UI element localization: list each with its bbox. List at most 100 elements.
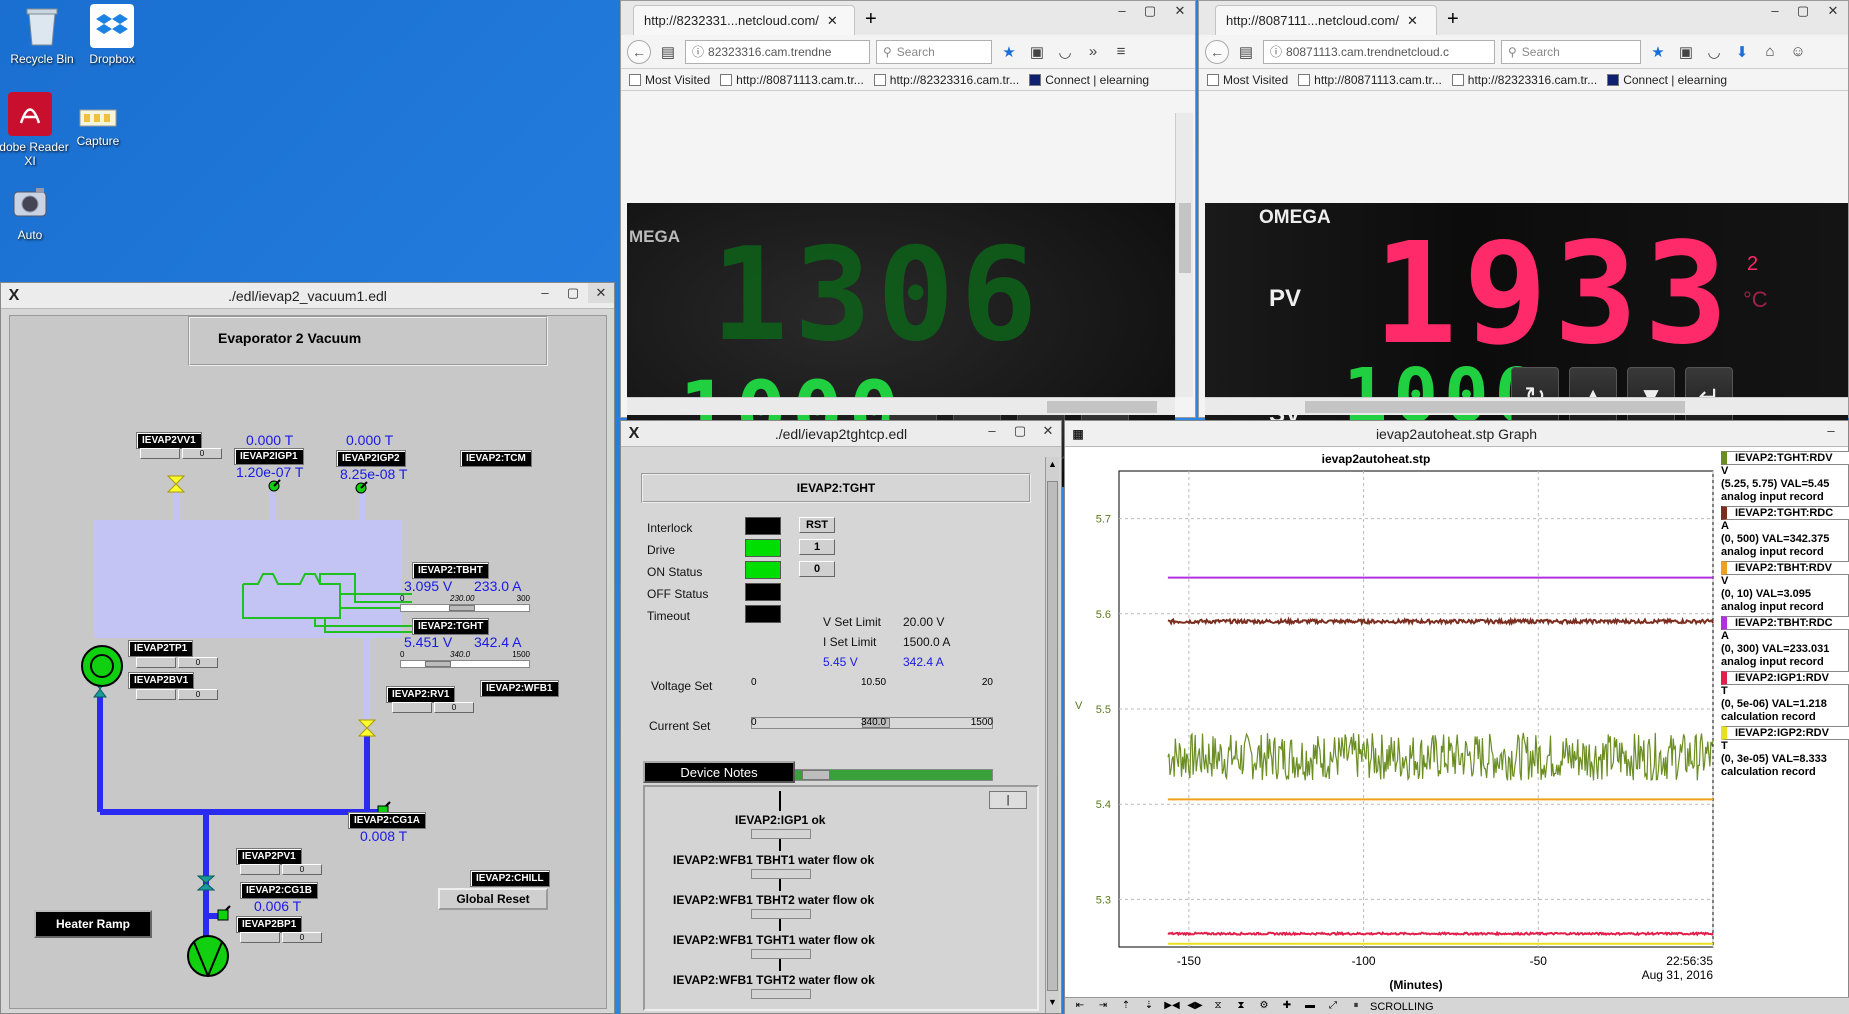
legend-entry[interactable]: IEVAP2:TGHT:RDC A (0, 500) VAL=342.375 anal… — [1721, 506, 1849, 559]
reading-list-icon[interactable]: ▣ — [1675, 43, 1697, 61]
note-button[interactable] — [751, 989, 811, 999]
scroll-up-icon[interactable]: ▲ — [1047, 459, 1058, 473]
legend-entry[interactable]: IEVAP2:IGP2:RDV T (0, 3e-05) VAL=8.333 calc… — [1721, 726, 1849, 779]
legend-entry[interactable]: IEVAP2:TBHT:RDC A (0, 300) VAL=233.031 anal… — [1721, 616, 1849, 669]
tght-vertical-scrollbar[interactable]: ▲ ▼ — [1045, 457, 1059, 1013]
zoom-in-x-icon[interactable]: ▶◀ — [1163, 1000, 1181, 1014]
minimize-icon[interactable]: – — [979, 421, 1005, 441]
add-trace-icon[interactable]: ✚ — [1278, 1000, 1296, 1014]
tbht-slider[interactable] — [400, 604, 530, 612]
pause-icon[interactable]: ⏸ — [1347, 1000, 1365, 1014]
heater-ramp-button[interactable]: Heater Ramp — [34, 910, 152, 938]
remove-trace-icon[interactable]: ▬ — [1301, 1000, 1319, 1014]
hamburger-menu-icon[interactable]: ≡ — [1110, 43, 1132, 60]
new-tab-icon[interactable]: + — [865, 8, 877, 31]
bp1-stop-button[interactable]: 0 — [282, 932, 322, 943]
maximize-icon[interactable]: ▢ — [560, 283, 586, 303]
new-tab-icon[interactable]: + — [1447, 8, 1459, 31]
tag-igp1[interactable]: IEVAP2IGP1 — [234, 448, 304, 465]
graph-window-titlebar[interactable]: ▦ ievap2autoheat.stp Graph – — [1065, 421, 1848, 447]
minimize-icon[interactable]: – — [1762, 1, 1788, 21]
scroll-left-end-icon[interactable]: ⇤ — [1071, 1000, 1089, 1014]
vv1-close-button[interactable]: 0 — [182, 448, 222, 459]
minimize-icon[interactable]: – — [532, 283, 558, 303]
tag-wfb1[interactable]: IEVAP2:WFB1 — [480, 680, 559, 697]
note-button[interactable] — [751, 949, 811, 959]
scrollbar-thumb[interactable] — [1047, 481, 1058, 991]
tag-vv1[interactable]: IEVAP2VV1 — [136, 432, 202, 449]
bookmark-connect[interactable]: Connect | elearning — [1029, 73, 1149, 87]
maximize-icon[interactable]: ▢ — [1007, 421, 1033, 441]
scrollbar-thumb[interactable] — [1047, 401, 1157, 413]
note-button[interactable] — [751, 909, 811, 919]
browser1-tab[interactable]: http://8232331...netcloud.com/ ✕ — [633, 5, 855, 35]
desktop-icon-capture[interactable]: Capture — [58, 106, 138, 148]
bv1-close-button[interactable]: 0 — [178, 689, 218, 700]
bookmark-cam-82323316[interactable]: http://82323316.cam.tr... — [873, 73, 1019, 87]
close-icon[interactable]: ✕ — [1820, 1, 1846, 21]
note-button[interactable] — [751, 829, 811, 839]
scroll-down-icon[interactable]: ▼ — [1047, 997, 1058, 1011]
bookmark-cam-80871113[interactable]: http://80871113.cam.tr... — [1298, 73, 1442, 87]
bv1-open-button[interactable] — [136, 689, 176, 700]
browser2-search-box[interactable]: ⚲ Search — [1501, 39, 1641, 64]
maximize-icon[interactable]: ▢ — [1790, 1, 1816, 21]
browser1-search-box[interactable]: ⚲ Search — [876, 39, 992, 64]
rv1-open-button[interactable] — [392, 702, 432, 713]
close-icon[interactable]: ✕ — [1167, 1, 1193, 21]
tght-slider-thumb[interactable] — [425, 661, 451, 667]
pocket-icon[interactable]: ◡ — [1703, 43, 1725, 61]
close-icon[interactable]: ✕ — [1035, 421, 1061, 441]
tbht-slider-thumb[interactable] — [449, 605, 475, 611]
legend-entry[interactable]: IEVAP2:TGHT:RDV V (5.25, 5.75) VAL=5.45 ana… — [1721, 451, 1849, 504]
bp1-start-button[interactable] — [240, 932, 280, 943]
scrollbar-thumb[interactable] — [1179, 203, 1191, 273]
note-button[interactable] — [751, 869, 811, 879]
browser2-url-bar[interactable]: ⓘ 80871113.cam.trendnetcloud.c — [1263, 39, 1495, 64]
smiley-icon[interactable]: ☺ — [1787, 43, 1809, 60]
tag-tp1[interactable]: IEVAP2TP1 — [128, 640, 194, 657]
browser2-horizontal-scrollbar[interactable] — [1205, 397, 1848, 415]
home-icon[interactable]: ⌂ — [1759, 43, 1781, 60]
tab-close-icon[interactable]: ✕ — [827, 13, 838, 29]
notes-toggle-button[interactable]: | — [989, 791, 1027, 809]
back-arrow-icon[interactable]: ← — [627, 39, 651, 64]
drive-off-button[interactable]: 0 — [799, 561, 835, 577]
bookmark-star-icon[interactable]: ★ — [1647, 43, 1669, 61]
tght-slider[interactable] — [400, 660, 530, 668]
device-notes-button[interactable]: Device Notes — [643, 761, 795, 783]
bookmark-most-visited[interactable]: Most Visited — [629, 73, 710, 87]
pv1-open-button[interactable] — [240, 864, 280, 875]
back-arrow-icon[interactable]: ← — [1205, 39, 1229, 64]
scroll-right-icon[interactable]: ⇥ — [1094, 1000, 1112, 1014]
rv1-close-button[interactable]: 0 — [434, 702, 474, 713]
browser1-url-bar[interactable]: ⓘ 82323316.cam.trendne — [685, 39, 870, 64]
bookmark-star-icon[interactable]: ★ — [998, 43, 1020, 61]
scroll-down-icon[interactable]: ⇣ — [1140, 1000, 1158, 1014]
rst-button[interactable]: RST — [799, 517, 835, 533]
tag-igp2[interactable]: IEVAP2IGP2 — [336, 450, 406, 467]
browser2-tab[interactable]: http://8087111...netcloud.com/ ✕ — [1215, 5, 1437, 35]
drive-on-button[interactable]: 1 — [799, 539, 835, 555]
tag-bv1[interactable]: IEVAP2BV1 — [128, 672, 195, 689]
zoom-in-y-icon[interactable]: ⧖ — [1209, 1000, 1227, 1014]
desktop-icon-recycle-bin[interactable]: Recycle Bin — [2, 4, 82, 66]
scrollbar-thumb[interactable] — [1305, 401, 1685, 413]
overflow-chevron-icon[interactable]: » — [1082, 43, 1104, 60]
legend-entry[interactable]: IEVAP2:TBHT:RDV V (0, 10) VAL=3.095 analog … — [1721, 561, 1849, 614]
vacuum-window-titlebar[interactable]: X ./edl/ievap2_vacuum1.edl – ▢ ✕ — [1, 283, 614, 309]
tag-tcm[interactable]: IEVAP2:TCM — [460, 450, 532, 467]
bookmark-cam-80871113[interactable]: http://80871113.cam.tr... — [720, 73, 864, 87]
zoom-out-y-icon[interactable]: ⧗ — [1232, 1000, 1250, 1014]
autoscale-icon[interactable]: ⤢ — [1324, 1000, 1342, 1014]
bookmark-connect[interactable]: Connect | elearning — [1607, 73, 1727, 87]
legend-entry[interactable]: IEVAP2:IGP1:RDV T (0, 5e-06) VAL=1.218 calc… — [1721, 671, 1849, 724]
desktop-icon-dropbox[interactable]: Dropbox — [72, 4, 152, 66]
vv1-open-button[interactable] — [140, 448, 180, 459]
minimize-icon[interactable]: – — [1818, 421, 1844, 441]
tag-rv1[interactable]: IEVAP2:RV1 — [386, 686, 456, 703]
tab-close-icon[interactable]: ✕ — [1407, 13, 1418, 29]
scroll-up-icon[interactable]: ⇡ — [1117, 1000, 1135, 1014]
browser1-horizontal-scrollbar[interactable] — [627, 397, 1175, 415]
tag-chill[interactable]: IEVAP2:CHILL — [470, 870, 550, 887]
